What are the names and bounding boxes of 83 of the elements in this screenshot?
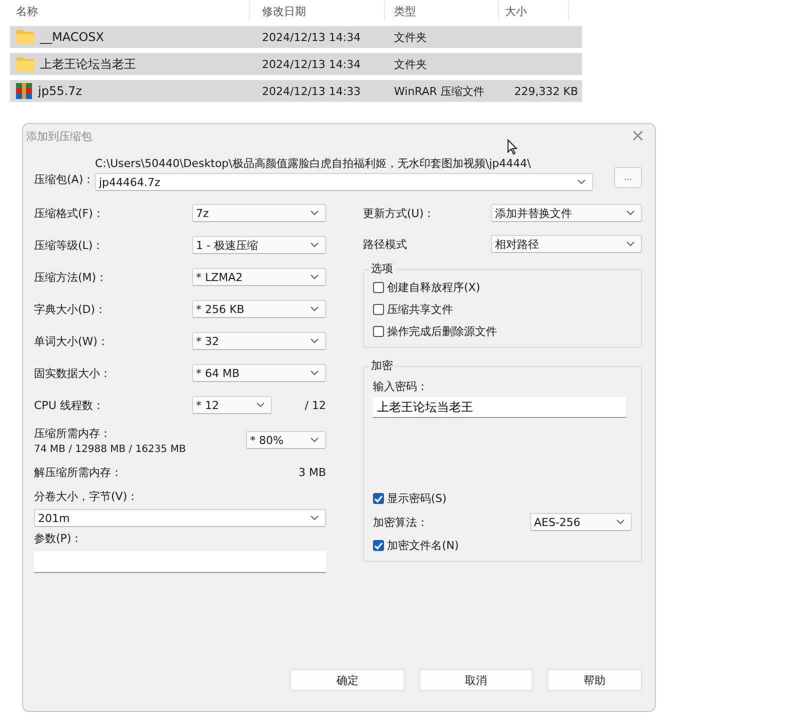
field-label: CPU 线程数： bbox=[34, 398, 105, 412]
checkbox[interactable]: 压缩共享文件 bbox=[373, 302, 632, 317]
field-label: 固实数据大小： bbox=[34, 366, 112, 380]
dialog-button[interactable]: 取消 bbox=[419, 669, 533, 691]
dropdown[interactable]: 7z bbox=[192, 204, 326, 222]
chevron-down-icon bbox=[626, 210, 635, 216]
checkbox[interactable]: 显示密码(S) bbox=[373, 491, 632, 506]
field-label: 压缩包(A)： bbox=[34, 172, 95, 187]
field-label: 路径模式 bbox=[363, 236, 408, 252]
group-title: 选项 bbox=[369, 261, 395, 276]
chevron-down-icon bbox=[310, 242, 319, 248]
field-label: 压缩所需内存： bbox=[34, 426, 112, 440]
group-title: 加密 bbox=[369, 358, 395, 373]
file-row[interactable]: __MACOSX 2024/12/13 14:34 文件夹 bbox=[10, 26, 582, 48]
archive-name-combo[interactable]: jp44464.7z bbox=[95, 173, 593, 191]
input-field[interactable] bbox=[34, 551, 326, 573]
cursor-icon bbox=[507, 139, 518, 155]
column-header[interactable]: 类型 bbox=[385, 1, 499, 21]
table-cell-text: 2024/12/13 14:34 bbox=[261, 58, 362, 70]
dropdown[interactable]: 相对路径 bbox=[491, 235, 642, 253]
dropdown[interactable]: * 12 bbox=[192, 396, 272, 414]
field-label: 单词大小(W)： bbox=[34, 334, 110, 348]
chevron-down-icon bbox=[310, 437, 319, 443]
folder-icon bbox=[16, 30, 34, 44]
chevron-down-icon bbox=[310, 306, 319, 312]
chevron-down-icon bbox=[256, 402, 265, 408]
field-label: 输入密码： bbox=[373, 379, 429, 394]
check-icon bbox=[374, 494, 383, 502]
file-row[interactable]: 上老王论坛当老王 2024/12/13 14:34 文件夹 bbox=[10, 53, 582, 75]
file-name: __MACOSX bbox=[40, 30, 104, 44]
chevron-down-icon bbox=[310, 515, 319, 521]
window-title: 添加到压缩包 bbox=[26, 128, 92, 144]
chevron-down-icon bbox=[310, 210, 319, 216]
dropdown[interactable]: * 64 MB bbox=[192, 364, 326, 382]
dropdown[interactable]: AES-256 bbox=[530, 513, 632, 531]
dropdown[interactable]: * 80% bbox=[246, 431, 326, 449]
dropdown[interactable]: 1 - 极速压缩 bbox=[192, 236, 326, 254]
field-label: 更新方式(U)： bbox=[363, 206, 436, 220]
column-header[interactable]: 修改日期 bbox=[250, 1, 385, 21]
dropdown[interactable]: * 256 KB bbox=[192, 300, 326, 318]
folder-icon bbox=[16, 57, 34, 71]
field-label: 加密算法： bbox=[373, 514, 428, 530]
table-cell-text: 文件夹 bbox=[393, 56, 428, 72]
table-cell-text: WinRAR 压缩文件 bbox=[393, 84, 486, 98]
table-cell-text: 文件夹 bbox=[393, 30, 428, 44]
table-cell-text: 2024/12/13 14:33 bbox=[261, 84, 362, 98]
dropdown[interactable]: 201m bbox=[34, 509, 326, 527]
table-cell-text: 229,332 KB bbox=[513, 84, 579, 98]
memory-usage: 74 MB / 12988 MB / 16235 MB bbox=[34, 444, 187, 454]
field-label: 压缩方法(M)： bbox=[34, 270, 108, 284]
password-field[interactable]: 上老王论坛当老王 bbox=[373, 397, 626, 418]
field-label: 解压缩所需内存： bbox=[34, 464, 123, 480]
archive-path: C:\Users\50440\Desktop\极品高颜值露脸白虎自拍福利姬，无水印套图加视频\jp4444\ bbox=[95, 156, 532, 171]
archive-icon bbox=[16, 83, 32, 99]
thread-count: / 12 bbox=[304, 398, 326, 412]
checkbox[interactable]: 加密文件名(N) bbox=[373, 538, 632, 553]
file-row[interactable]: jp55.7z 2024/12/13 14:33 WinRAR 压缩文件 229,332 KB bbox=[10, 80, 582, 102]
dialog-button[interactable]: 帮助 bbox=[547, 669, 642, 691]
checkbox[interactable]: 创建自释放程序(X) bbox=[373, 280, 632, 295]
column-header[interactable]: 大小 bbox=[499, 1, 569, 21]
file-name: 上老王论坛当老王 bbox=[40, 56, 136, 72]
table-cell-text: 2024/12/13 14:34 bbox=[261, 30, 362, 44]
column-header[interactable]: 名称 bbox=[10, 1, 250, 21]
dropdown[interactable]: * LZMA2 bbox=[192, 268, 326, 286]
chevron-down-icon bbox=[577, 179, 586, 185]
chevron-down-icon bbox=[310, 274, 319, 280]
dropdown[interactable]: 添加并替换文件 bbox=[491, 204, 642, 222]
field-label: 压缩格式(F)： bbox=[34, 206, 105, 220]
field-label: 分卷大小，字节(V)： bbox=[34, 489, 140, 504]
field-label: 字典大小(D)： bbox=[34, 302, 108, 316]
dialog-button[interactable]: 确定 bbox=[290, 669, 405, 691]
field-label: 压缩等级(L)： bbox=[34, 238, 105, 252]
chevron-down-icon bbox=[310, 370, 319, 376]
browse-button[interactable]: ... bbox=[614, 167, 642, 188]
memory-value: 3 MB bbox=[298, 466, 326, 478]
chevron-down-icon bbox=[616, 519, 625, 525]
chevron-down-icon bbox=[626, 241, 635, 247]
dropdown[interactable]: * 32 bbox=[192, 332, 326, 350]
field-label: 参数(P)： bbox=[34, 531, 84, 546]
chevron-down-icon bbox=[310, 338, 319, 344]
checkbox[interactable]: 操作完成后删除源文件 bbox=[373, 324, 632, 339]
check-icon bbox=[374, 542, 383, 550]
file-name: jp55.7z bbox=[38, 84, 82, 98]
